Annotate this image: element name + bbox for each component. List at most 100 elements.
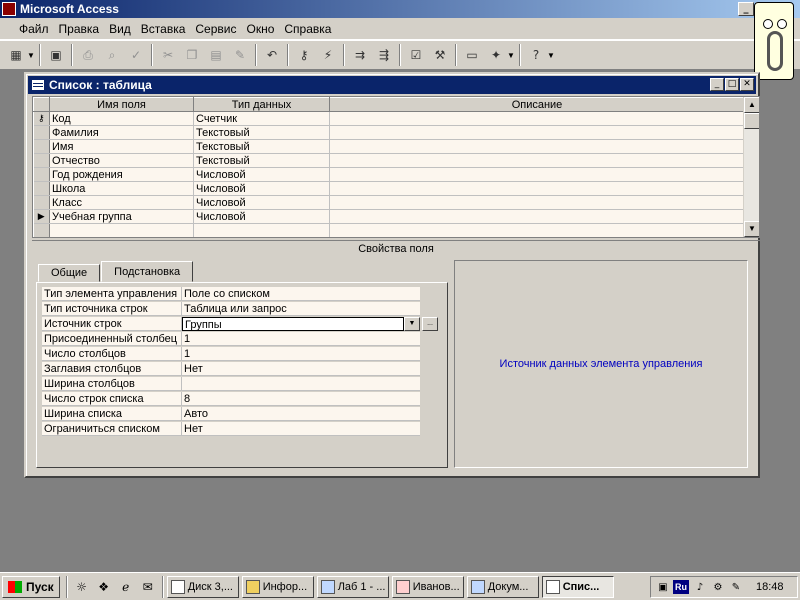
row-selector[interactable]	[33, 195, 50, 210]
volume-icon[interactable]: ♪	[692, 579, 708, 595]
property-row[interactable]: Тип источника строк Таблица или запрос	[42, 302, 420, 317]
data-type-cell[interactable]: Числовой	[193, 181, 330, 196]
property-value[interactable]: Поле со списком	[182, 287, 420, 301]
table-row[interactable]: Фамилия Текстовый	[33, 125, 745, 140]
language-indicator[interactable]: Ru	[673, 580, 689, 594]
format-painter-icon[interactable]: ✎	[229, 44, 251, 66]
spelling-icon[interactable]: ✓	[125, 44, 147, 66]
data-type-cell[interactable]: Текстовый	[193, 125, 330, 140]
field-name-cell[interactable]: Фамилия	[49, 125, 194, 140]
tab-general[interactable]: Общие	[38, 264, 101, 282]
explorer-icon[interactable]: ❖	[95, 578, 113, 596]
property-value[interactable]: 1	[182, 332, 420, 346]
window-maximize-button[interactable]: □	[725, 78, 739, 91]
description-cell[interactable]	[329, 139, 745, 154]
row-source-input[interactable]: Группы	[182, 317, 404, 331]
description-cell[interactable]	[329, 195, 745, 210]
window-close-button[interactable]: ✕	[740, 78, 754, 91]
table-row[interactable]: ▶ Учебная группа Числовой	[33, 209, 745, 224]
property-row[interactable]: Число столбцов 1	[42, 347, 420, 362]
field-name-cell[interactable]: Класс	[49, 195, 194, 210]
vertical-scrollbar[interactable]: ▲ ▼	[743, 97, 759, 237]
field-name-cell[interactable]: Отчество	[49, 153, 194, 168]
menu-tools[interactable]: Сервис	[190, 22, 241, 36]
property-row[interactable]: Ограничиться списком Нет	[42, 422, 420, 437]
task-button-ivanov[interactable]: Иванов...	[391, 575, 464, 598]
property-row[interactable]: Источник строк Группы ▼ ...	[42, 317, 438, 332]
table-row[interactable]: Отчество Текстовый	[33, 153, 745, 168]
task-button-document[interactable]: Докум...	[466, 575, 539, 598]
field-name-cell[interactable]: Год рождения	[49, 167, 194, 182]
help-icon[interactable]: ?	[525, 44, 547, 66]
copy-icon[interactable]: ❐	[181, 44, 203, 66]
table-row[interactable]: Имя Текстовый	[33, 139, 745, 154]
property-row[interactable]: Тип элемента управления Поле со списком	[42, 287, 420, 302]
description-cell[interactable]	[329, 223, 745, 237]
task-button-disk[interactable]: Диск 3,...	[166, 575, 239, 598]
delete-rows-icon[interactable]: ⇶	[373, 44, 395, 66]
property-value[interactable]: 8	[182, 392, 420, 406]
data-type-cell[interactable]: Текстовый	[193, 153, 330, 168]
start-button[interactable]: Пуск	[2, 575, 60, 598]
menu-file[interactable]: Файл	[14, 22, 54, 36]
view-dropdown-icon[interactable]: ▼	[26, 51, 36, 60]
tab-lookup[interactable]: Подстановка	[101, 261, 194, 282]
primary-key-icon[interactable]: ⚷	[33, 111, 50, 126]
primary-key-icon[interactable]: ⚷	[293, 44, 315, 66]
combo-dropdown-icon[interactable]: ▼	[404, 317, 420, 331]
tray-app-icon[interactable]: ▣	[655, 579, 671, 595]
menu-insert[interactable]: Вставка	[136, 22, 191, 36]
property-row[interactable]: Присоединенный столбец 1	[42, 332, 420, 347]
data-type-cell[interactable]: Счетчик	[193, 111, 330, 126]
menu-view[interactable]: Вид	[104, 22, 136, 36]
new-object-icon[interactable]: ✦	[485, 44, 507, 66]
table-row[interactable]	[33, 223, 745, 237]
description-cell[interactable]	[329, 125, 745, 140]
row-selector[interactable]	[33, 153, 50, 168]
menu-window[interactable]: Окно	[241, 22, 279, 36]
insert-rows-icon[interactable]: ⇉	[349, 44, 371, 66]
task-button-lab[interactable]: Лаб 1 - ...	[316, 575, 389, 598]
row-selector[interactable]	[33, 139, 50, 154]
desktop-icon[interactable]: ☼	[73, 578, 91, 596]
property-row[interactable]: Ширина столбцов	[42, 377, 420, 392]
description-cell[interactable]	[329, 153, 745, 168]
description-cell[interactable]	[329, 181, 745, 196]
menu-help[interactable]: Справка	[279, 22, 336, 36]
data-type-cell[interactable]: Числовой	[193, 167, 330, 182]
field-name-cell[interactable]: Код	[49, 111, 194, 126]
office-assistant-icon[interactable]	[754, 2, 794, 80]
properties-icon[interactable]: ☑	[405, 44, 427, 66]
build-ellipsis-button[interactable]: ...	[422, 317, 438, 331]
property-value[interactable]	[182, 377, 420, 391]
data-type-cell[interactable]: Числовой	[193, 195, 330, 210]
row-selector[interactable]	[33, 167, 50, 182]
tray-edit-icon[interactable]: ✎	[728, 579, 744, 595]
table-row[interactable]: Год рождения Числовой	[33, 167, 745, 182]
row-selector[interactable]	[33, 125, 50, 140]
new-object-dropdown-icon[interactable]: ▼	[506, 51, 516, 60]
current-row-arrow-icon[interactable]: ▶	[33, 209, 50, 224]
task-button-list[interactable]: Спис...	[541, 575, 614, 598]
row-selector[interactable]	[33, 223, 50, 237]
property-value[interactable]: Таблица или запрос	[182, 302, 420, 316]
field-name-cell[interactable]: Имя	[49, 139, 194, 154]
data-type-cell[interactable]: Числовой	[193, 209, 330, 224]
property-row[interactable]: Заглавия столбцов Нет	[42, 362, 420, 377]
data-type-cell[interactable]: Текстовый	[193, 139, 330, 154]
scroll-thumb[interactable]	[744, 113, 759, 129]
indexes-icon[interactable]: ⚡	[317, 44, 339, 66]
build-icon[interactable]: ⚒	[429, 44, 451, 66]
internet-explorer-icon[interactable]: ℯ	[117, 578, 135, 596]
table-row[interactable]: Школа Числовой	[33, 181, 745, 196]
print-icon[interactable]: ⎙	[77, 44, 99, 66]
property-value[interactable]: Авто	[182, 407, 420, 421]
property-value[interactable]: Нет	[182, 422, 420, 436]
property-value[interactable]: 1	[182, 347, 420, 361]
property-row[interactable]: Ширина списка Авто	[42, 407, 420, 422]
minimize-button[interactable]: _	[738, 2, 754, 16]
outlook-express-icon[interactable]: ✉	[139, 578, 157, 596]
database-window-icon[interactable]: ▭	[461, 44, 483, 66]
window-minimize-button[interactable]: _	[710, 78, 724, 91]
task-button-info[interactable]: Инфор...	[241, 575, 314, 598]
